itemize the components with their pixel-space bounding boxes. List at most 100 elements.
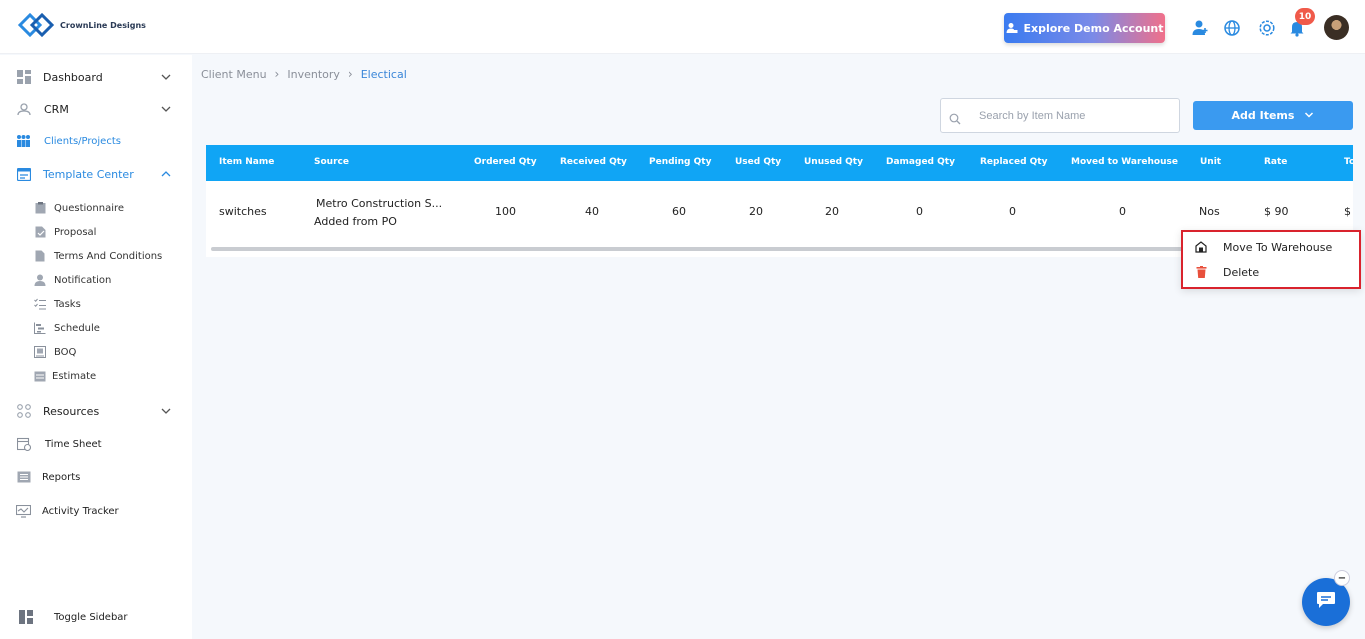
boq-icon [34, 346, 46, 358]
sidebar-item-crm[interactable]: CRM [0, 96, 192, 122]
sidebar-item-resources[interactable]: Resources [0, 398, 192, 424]
sidebar-subitem-label: Tasks [54, 298, 81, 310]
brand-logo[interactable]: CrownLine Designs [16, 10, 146, 40]
sidebar-item-label: Reports [42, 471, 81, 483]
resources-icon [16, 404, 31, 419]
add-items-button[interactable]: Add Items [1193, 101, 1353, 130]
avatar[interactable] [1324, 15, 1349, 40]
sidebar-subitem-tasks[interactable]: Tasks [0, 294, 192, 314]
breadcrumb-current: Electical [360, 67, 407, 81]
column-header-unit[interactable]: Unit [1200, 157, 1221, 167]
sidebar-item-clients-projects[interactable]: Clients/Projects [0, 128, 192, 154]
chevron-down-icon [160, 71, 172, 83]
warehouse-icon [1195, 241, 1207, 253]
sidebar-subitem-proposal[interactable]: Proposal [0, 222, 192, 242]
sidebar-item-activity-tracker[interactable]: Activity Tracker [0, 498, 192, 524]
estimate-icon [34, 370, 46, 382]
delete-label: Delete [1223, 265, 1260, 279]
table-header: Item Name Source Ordered Qty Received Qt… [206, 145, 1353, 181]
explore-demo-button[interactable]: Explore Demo Account [1004, 13, 1165, 43]
sidebar-subitem-label: BOQ [54, 346, 77, 358]
explore-demo-label: Explore Demo Account [1023, 21, 1164, 35]
sidebar-subitem-schedule[interactable]: Schedule [0, 318, 192, 338]
move-to-warehouse-label: Move To Warehouse [1223, 240, 1333, 254]
column-header-source[interactable]: Source [314, 157, 349, 167]
column-header-item-name[interactable]: Item Name [219, 157, 274, 167]
cell-pending-qty: 60 [672, 205, 686, 218]
cell-item-name: switches [219, 205, 267, 218]
sidebar-item-label: Dashboard [43, 70, 103, 84]
sidebar-subitem-label: Notification [54, 274, 112, 286]
chat-icon [1316, 591, 1336, 613]
notification-badge: 10 [1295, 8, 1315, 25]
checklist-icon [34, 298, 46, 310]
add-items-label: Add Items [1231, 109, 1295, 122]
user-lock-icon [1006, 23, 1017, 33]
cell-damaged-qty: 0 [916, 205, 923, 218]
column-header-damaged-qty[interactable]: Damaged Qty [886, 157, 955, 167]
proposal-icon [34, 226, 46, 238]
globe-icon[interactable] [1222, 18, 1242, 38]
chevron-down-icon [1304, 109, 1314, 122]
sidebar-item-time-sheet[interactable]: Time Sheet [0, 431, 192, 457]
search-box [940, 98, 1180, 133]
breadcrumb-inventory[interactable]: Inventory [287, 68, 340, 81]
sidebar-item-label: CRM [44, 102, 69, 116]
cell-unused-qty: 20 [825, 205, 839, 218]
toggle-sidebar-button[interactable]: Toggle Sidebar [0, 604, 192, 630]
sidebar-item-label: Activity Tracker [42, 505, 119, 517]
toggle-sidebar-label: Toggle Sidebar [54, 611, 128, 623]
breadcrumb-client-menu[interactable]: Client Menu [201, 68, 267, 81]
sidebar: Dashboard CRM Clients/Projects Template … [0, 55, 192, 639]
sidebar-item-label: Template Center [43, 167, 134, 181]
timesheet-icon [16, 437, 31, 452]
add-user-icon[interactable] [1190, 18, 1210, 38]
column-header-total[interactable]: To [1344, 157, 1353, 167]
cell-total: $ [1344, 205, 1351, 218]
sidebar-subitem-notification[interactable]: Notification [0, 270, 192, 290]
sidebar-subitem-label: Questionnaire [54, 202, 125, 214]
column-header-unused-qty[interactable]: Unused Qty [804, 157, 863, 167]
search-input[interactable] [979, 108, 1169, 124]
clients-icon [16, 134, 31, 149]
sidebar-item-template-center[interactable]: Template Center [0, 161, 192, 187]
column-header-replaced-qty[interactable]: Replaced Qty [980, 157, 1047, 167]
row-action-menu: Move To Warehouse Delete [1181, 230, 1361, 289]
cell-source-note: Added from PO [314, 215, 397, 228]
column-header-moved-to-warehouse[interactable]: Moved to Warehouse [1071, 157, 1178, 167]
reports-icon [16, 470, 31, 485]
sidebar-item-label: Resources [43, 404, 100, 418]
column-header-pending-qty[interactable]: Pending Qty [649, 157, 711, 167]
column-header-received-qty[interactable]: Received Qty [560, 157, 627, 167]
sidebar-subitem-label: Proposal [54, 226, 97, 238]
logo-mark-icon [17, 12, 55, 38]
chevron-down-icon [160, 103, 172, 115]
crm-icon [16, 102, 31, 117]
sidebar-subitem-estimate[interactable]: Estimate [0, 366, 192, 386]
activity-icon [16, 504, 31, 519]
top-header: CrownLine Designs Explore Demo Account 1… [0, 0, 1365, 54]
questionnaire-icon [34, 202, 46, 214]
cell-replaced-qty: 0 [1009, 205, 1016, 218]
sidebar-subitem-questionnaire[interactable]: Questionnaire [0, 198, 192, 218]
sidebar-subitem-boq[interactable]: BOQ [0, 342, 192, 362]
column-header-ordered-qty[interactable]: Ordered Qty [474, 157, 537, 167]
chevron-down-icon [160, 405, 172, 417]
column-header-used-qty[interactable]: Used Qty [735, 157, 781, 167]
cell-source: Metro Construction S... [316, 197, 443, 210]
delete-option[interactable]: Delete [1183, 260, 1359, 284]
sidebar-subitem-label: Schedule [54, 322, 100, 334]
search-icon [949, 110, 961, 129]
sidebar-item-label: Clients/Projects [44, 135, 121, 147]
dashboard-icon [16, 70, 31, 85]
sidebar-subitem-terms[interactable]: Terms And Conditions [0, 246, 192, 266]
horizontal-scrollbar[interactable] [211, 247, 1211, 251]
sidebar-item-reports[interactable]: Reports [0, 464, 192, 490]
column-header-rate[interactable]: Rate [1264, 157, 1287, 167]
sidebar-item-dashboard[interactable]: Dashboard [0, 64, 192, 90]
move-to-warehouse-option[interactable]: Move To Warehouse [1183, 235, 1359, 259]
gear-icon[interactable] [1257, 18, 1277, 38]
sidebar-item-label: Time Sheet [45, 438, 102, 450]
chevron-right-icon: › [347, 67, 353, 81]
chat-minimize-button[interactable]: − [1334, 570, 1350, 586]
